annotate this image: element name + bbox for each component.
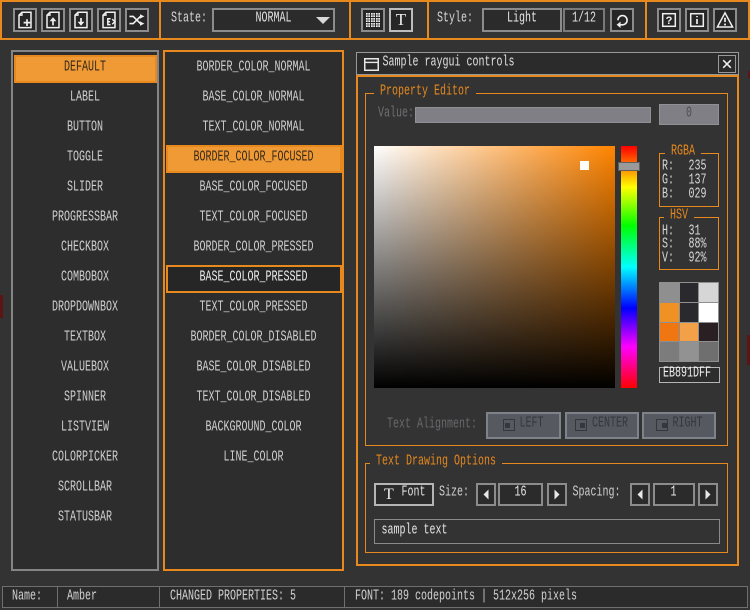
svg-text:?: ? xyxy=(666,16,673,28)
